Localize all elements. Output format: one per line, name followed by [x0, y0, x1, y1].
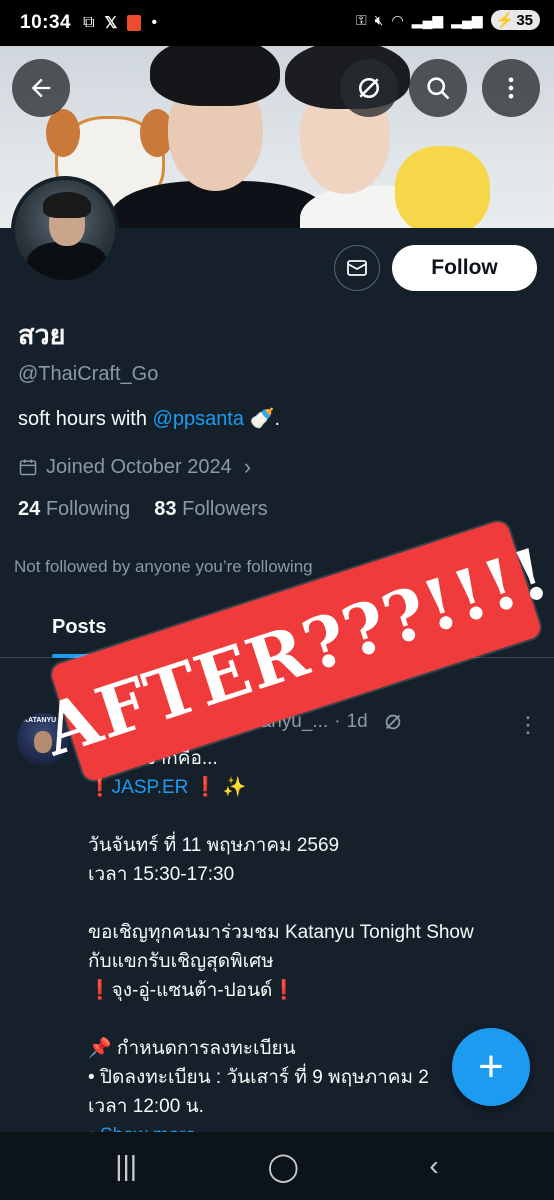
shopee-pay-icon: [127, 15, 142, 31]
search-icon: [427, 77, 450, 100]
back-nav-icon[interactable]: ‹: [429, 1150, 438, 1182]
tweet-line: ❗JASP.ER ❗ ✨: [88, 777, 247, 798]
followers-link[interactable]: 83 Followers: [154, 498, 267, 521]
avatar-jacket: [27, 242, 107, 280]
key-icon: ⚿: [356, 11, 367, 28]
tweet-line: กับแขกรับเชิญสุดพิเศษ: [88, 951, 274, 972]
tweet-line: เวลา 15:30-17:30: [88, 864, 235, 885]
grok-icon: [359, 78, 379, 98]
person-left-hair: [150, 46, 280, 106]
profile-handle: @ThaiCraft_Go: [18, 363, 159, 385]
tweet-line: ขอเชิญทุกคนมาร่วมชม Katanyu Tonight Show: [88, 922, 474, 943]
profile-avatar[interactable]: [11, 176, 119, 284]
tweet-line: ❗จุง-อู่-แซนต้า-ปอนด์❗: [88, 980, 297, 1001]
tweet-line: วันจันทร์ ที่ 11 พฤษภาคม 2569: [88, 835, 340, 856]
status-right-icons: ⚿ 🔇︎ ◠ ▂▄▆ ▂▄▆ ⚡ 35: [356, 10, 540, 30]
plus-icon: +: [478, 1042, 504, 1091]
wifi-icon: ◠: [391, 11, 404, 28]
recent-apps-icon[interactable]: |||: [115, 1150, 137, 1182]
tweet-line-gap: [88, 889, 548, 918]
x-app-icon: 𝕏: [104, 15, 118, 32]
profile-name: สวย: [18, 320, 66, 350]
status-time: 10:34: [20, 12, 72, 33]
joined-text: Joined October 2024: [46, 455, 232, 478]
signal-icon: ▂▄▆: [411, 11, 444, 28]
charging-icon: ⚡: [495, 12, 515, 29]
message-button[interactable]: [334, 245, 380, 291]
more-button[interactable]: [482, 59, 540, 117]
calendar-icon: [19, 459, 37, 476]
more-vertical-icon: [508, 77, 514, 99]
bio-mention-link[interactable]: @ppsanta: [153, 408, 244, 430]
screenshot-icon: ⧉: [83, 14, 95, 31]
arrow-left-icon: [31, 78, 51, 98]
home-icon[interactable]: ◯: [268, 1150, 299, 1183]
mute-icon: 🔇︎: [374, 11, 384, 28]
grok-button[interactable]: [340, 59, 398, 117]
android-nav-bar: ||| ◯ ‹: [0, 1132, 554, 1200]
bio-text: soft hours with: [18, 408, 153, 430]
follow-counts: 24 Following 83 Followers: [18, 498, 268, 521]
bio-suffix: 🍼.: [244, 408, 281, 430]
following-link[interactable]: 24 Following: [18, 498, 130, 521]
compose-post-button[interactable]: +: [452, 1028, 530, 1106]
signal-2-icon: ▂▄▆: [451, 11, 483, 28]
joined-date[interactable]: Joined October 2024 ›: [18, 454, 251, 480]
follow-button[interactable]: Follow: [392, 245, 537, 291]
chevron-right-icon: ›: [243, 454, 252, 479]
tweet-line-gap: [88, 802, 548, 831]
search-button[interactable]: [409, 59, 467, 117]
tweet-time: 1d: [346, 711, 368, 732]
tweet-more-icon[interactable]: ⋮: [517, 712, 539, 738]
profile-bio: soft hours with @ppsanta 🍼.: [18, 406, 280, 431]
tab-posts[interactable]: Posts: [52, 616, 106, 639]
envelope-icon: [347, 260, 367, 276]
tiger-plush: [395, 146, 490, 228]
status-left-icons: ⧉ 𝕏 •: [83, 13, 157, 33]
status-bar: 10:34 ⧉ 𝕏 • ⚿ 🔇︎ ◠ ▂▄▆ ▂▄▆ ⚡ 35: [0, 0, 554, 46]
notification-dot-icon: •: [151, 14, 158, 31]
avatar-hair: [43, 192, 91, 218]
not-followed-note: Not followed by anyone you’re following: [14, 557, 313, 576]
tweet-separator: ·: [334, 711, 341, 732]
battery-indicator: ⚡ 35: [490, 10, 540, 30]
back-button[interactable]: [12, 59, 70, 117]
grok-icon[interactable]: [382, 711, 404, 733]
dog-ear-left: [46, 109, 80, 157]
